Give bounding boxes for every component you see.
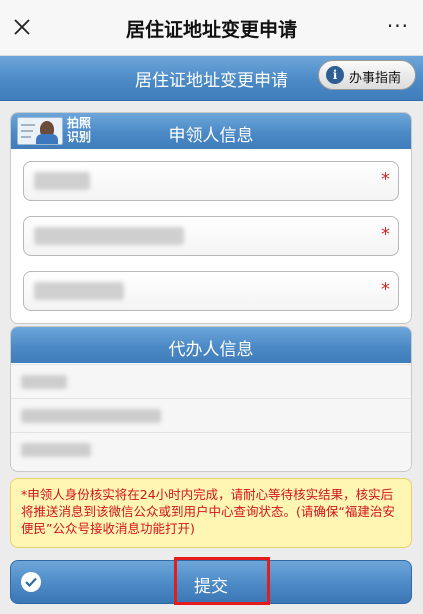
agent-row-1[interactable] [11,364,411,398]
applicant-info-header: 拍照识别 申领人信息 [11,113,411,149]
guide-button[interactable]: i 办事指南 [318,60,416,90]
required-mark: * [381,169,390,190]
blurred-value [34,282,124,300]
verification-notice: *申领人身份核实将在24小时内完成，请耐心等待核实结果，核实后将推送消息到该微信… [10,478,412,548]
more-options-icon[interactable]: ··· [387,16,409,36]
blurred-value [21,443,91,457]
blurred-value [34,227,184,245]
agent-info-panel: 代办人信息 [10,326,412,472]
applicant-info-title: 申领人信息 [168,126,254,146]
info-icon: i [326,66,344,84]
agent-row-2[interactable] [11,398,411,432]
agent-row-3[interactable] [11,432,411,471]
submit-highlight-box [174,557,270,605]
applicant-field-1[interactable]: * [23,161,399,201]
blurred-value [34,172,90,190]
agent-info-title: 代办人信息 [168,340,254,360]
applicant-field-2[interactable]: * [23,216,399,256]
applicant-field-3[interactable]: * [23,271,399,311]
required-mark: * [381,279,390,300]
top-navigation-bar: 居住证地址变更申请 ··· [0,0,423,56]
required-mark: * [381,224,390,245]
guide-button-label: 办事指南 [349,71,402,86]
agent-info-header: 代办人信息 [11,327,411,363]
applicant-info-panel: 拍照识别 申领人信息 * * * [10,112,412,324]
blurred-value [21,409,161,423]
blurred-value [21,375,67,389]
window-title: 居住证地址变更申请 [125,19,297,41]
